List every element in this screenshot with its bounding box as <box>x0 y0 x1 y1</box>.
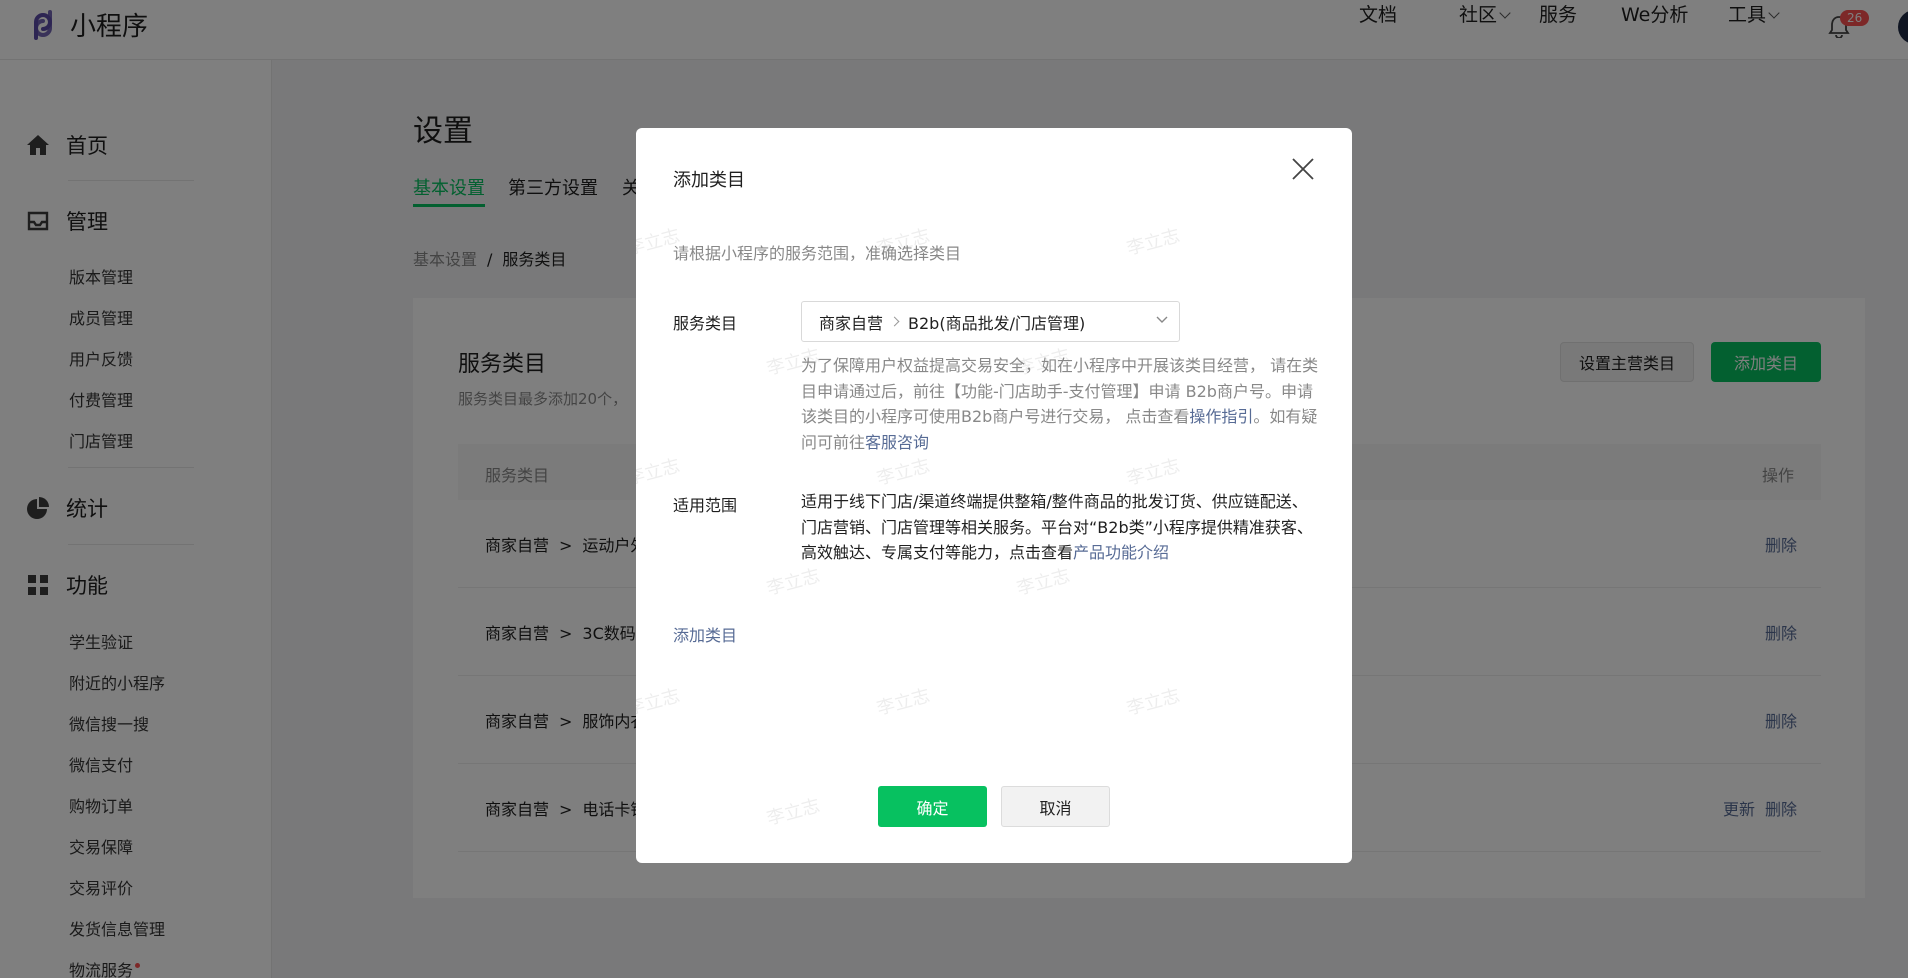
scope-field-label: 适用范围 <box>673 496 738 515</box>
confirm-button[interactable]: 确定 <box>878 786 987 827</box>
watermark: 李立志 <box>1124 685 1183 720</box>
watermark: 李立志 <box>1014 565 1073 600</box>
watermark: 李立志 <box>1124 225 1183 260</box>
category-select-l2: B2b(商品批发/门店管理) <box>908 313 1086 333</box>
customer-service-link[interactable]: 客服咨询 <box>865 433 929 452</box>
scope-text: 适用于线下门店/渠道终端提供整箱/整件商品的批发订货、供应链配送、门店营销、门店… <box>801 489 1321 566</box>
add-another-category-link[interactable]: 添加类目 <box>673 622 737 646</box>
watermark: 李立志 <box>764 795 823 830</box>
chevron-down-icon <box>1156 316 1168 323</box>
scope-description: 适用于线下门店/渠道终端提供整箱/整件商品的批发订货、供应链配送、门店营销、门店… <box>801 492 1313 562</box>
watermark: 李立志 <box>874 455 933 490</box>
watermark: 李立志 <box>1124 455 1183 490</box>
b2b-notice: 为了保障用户权益提高交易安全，如在小程序中开展该类目经营， 请在类目申请通过后，… <box>801 353 1321 455</box>
category-select[interactable]: 商家自营 B2b(商品批发/门店管理) <box>801 301 1180 342</box>
category-field-label: 服务类目 <box>673 314 738 333</box>
dialog-title: 添加类目 <box>673 170 745 191</box>
watermark: 李立志 <box>874 685 933 720</box>
dialog-description: 请根据小程序的服务范围，准确选择类目 <box>673 244 962 263</box>
add-category-dialog: 李立志 李立志 李立志 李立志 李立志 李立志 李立志 李立志 李立志 李立志 … <box>636 128 1352 863</box>
watermark: 李立志 <box>764 565 823 600</box>
category-select-l1: 商家自营 <box>819 313 884 333</box>
chevron-right-icon <box>889 316 900 327</box>
cancel-button[interactable]: 取消 <box>1001 786 1110 827</box>
watermark: 李立志 <box>636 455 683 490</box>
close-icon[interactable] <box>1290 156 1316 182</box>
operation-guide-link[interactable]: 操作指引 <box>1189 407 1253 426</box>
product-features-link[interactable]: 产品功能介绍 <box>1073 543 1169 562</box>
watermark: 李立志 <box>636 685 683 720</box>
